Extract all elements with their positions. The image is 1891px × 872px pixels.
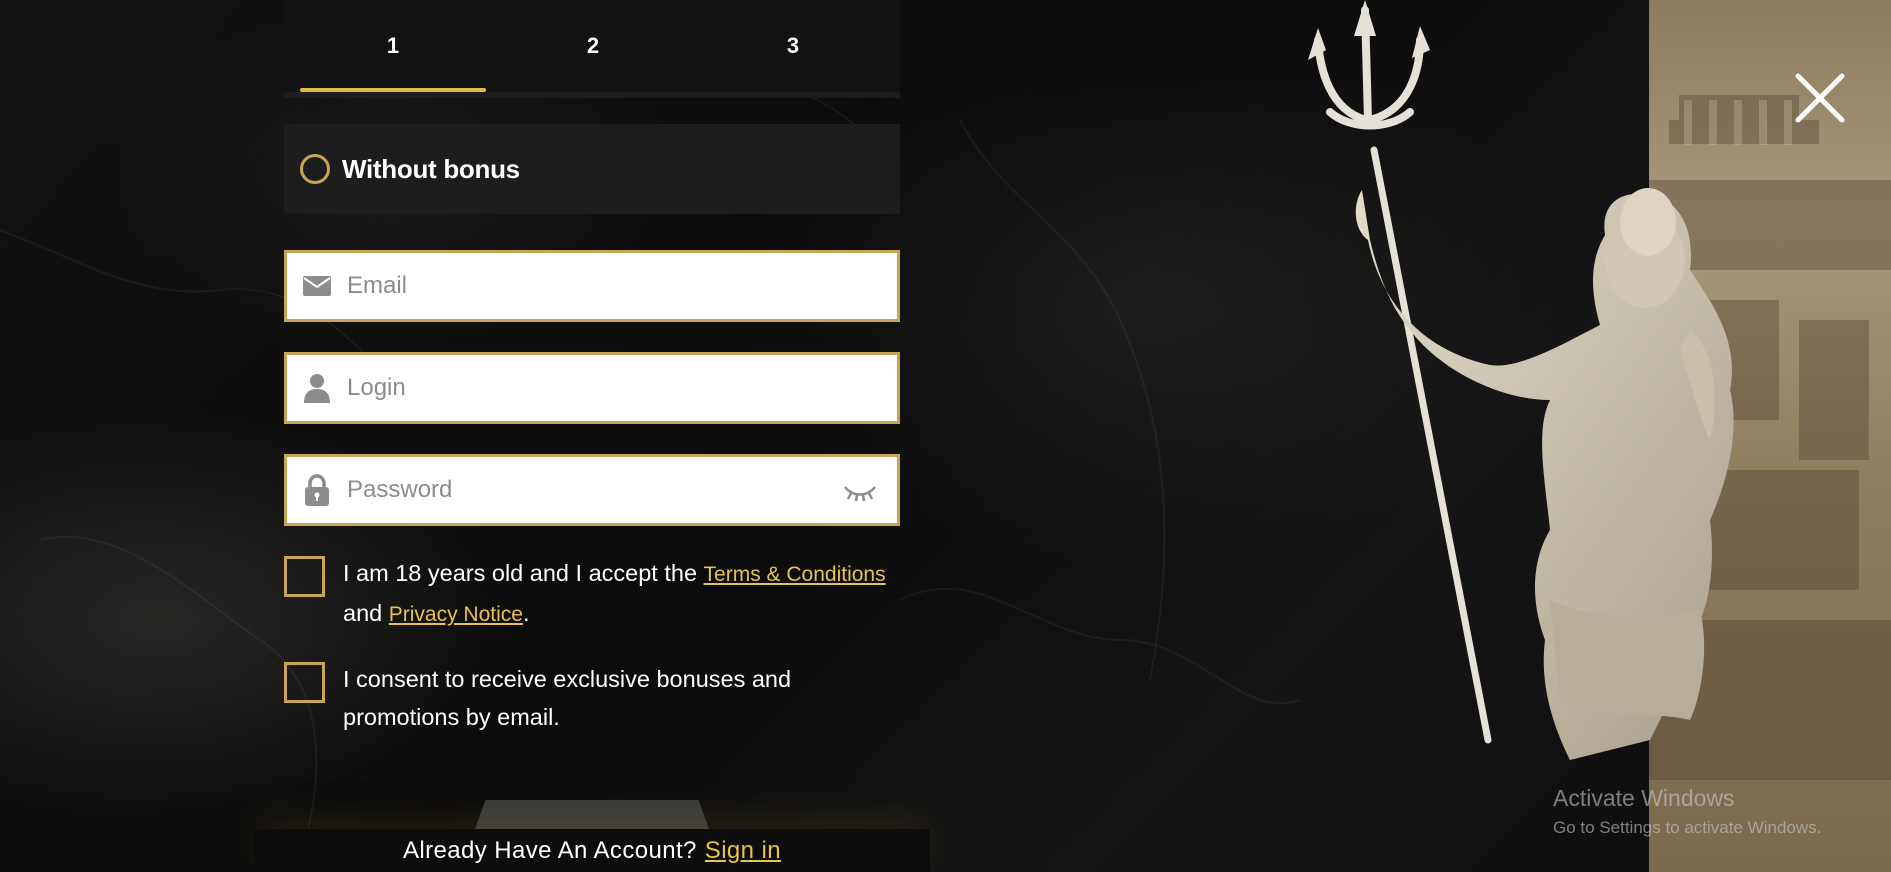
terms-text-end: . — [522, 600, 530, 626]
bonus-label: Without bonus — [342, 153, 520, 184]
consent-line-1: I consent to receive exclusive bonuses a… — [343, 666, 792, 692]
envelope-icon — [287, 253, 347, 319]
email-input[interactable] — [347, 253, 897, 319]
login-field — [284, 352, 900, 424]
terms-text-before: I am 18 years old and I accept the — [343, 560, 704, 586]
email-field — [284, 250, 900, 322]
consent-text: I consent to receive exclusive bonuses a… — [343, 660, 791, 736]
step-tab-1[interactable]: 1 — [300, 0, 486, 92]
signin-link[interactable]: Sign in — [705, 837, 781, 865]
terms-row: I am 18 years old and I accept the Terms… — [284, 556, 900, 634]
close-icon[interactable] — [1794, 72, 1846, 124]
watermark-title: Activate Windows — [1553, 785, 1735, 811]
login-input[interactable] — [347, 355, 897, 421]
poseidon-statue-image — [1308, 0, 1734, 760]
watermark-subtitle: Go to Settings to activate Windows. — [1553, 818, 1822, 837]
privacy-link[interactable]: Privacy Notice — [389, 603, 523, 626]
account-question: Already Have An Account? — [403, 836, 697, 864]
terms-text-and: and — [343, 600, 389, 626]
step-tab-3[interactable]: 3 — [700, 0, 886, 92]
windows-activation-watermark: Activate Windows Go to Settings to activ… — [1553, 785, 1821, 838]
eye-closed-icon[interactable] — [843, 481, 877, 503]
step-tab-2[interactable]: 2 — [500, 0, 686, 92]
active-step-indicator — [300, 88, 486, 92]
consent-row: I consent to receive exclusive bonuses a… — [284, 662, 900, 736]
step-tabs: 1 2 3 — [284, 0, 900, 98]
password-field — [284, 454, 900, 526]
consent-line-2: promotions by email. — [343, 704, 560, 730]
terms-text: I am 18 years old and I accept the Terms… — [343, 554, 886, 634]
bonus-option[interactable]: Without bonus — [284, 124, 900, 214]
terms-link[interactable]: Terms & Conditions — [704, 563, 886, 586]
password-input[interactable] — [347, 457, 897, 523]
signin-bar: Already Have An Account? Sign in — [254, 829, 930, 872]
terms-checkbox[interactable] — [284, 556, 325, 597]
user-icon — [287, 355, 347, 421]
lock-icon — [287, 457, 347, 523]
consent-checkbox[interactable] — [284, 662, 325, 703]
bonus-radio[interactable] — [300, 154, 330, 184]
